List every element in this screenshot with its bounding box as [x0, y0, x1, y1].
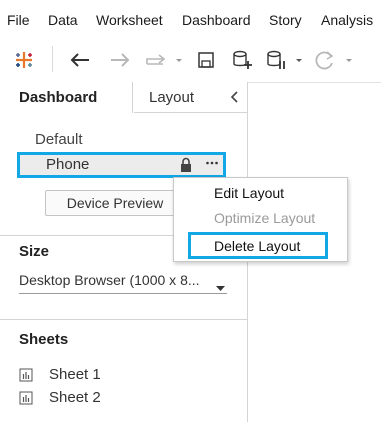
menu-item-delete-layout[interactable]: Delete Layout	[188, 232, 328, 259]
chevron-down-icon	[216, 279, 225, 295]
worksheet-icon	[19, 391, 33, 410]
menu-item-edit-layout-label: Edit Layout	[214, 185, 285, 201]
pause-data-icon[interactable]	[266, 46, 308, 74]
forward-arrow-icon[interactable]	[106, 46, 134, 74]
tab-layout-label: Layout	[149, 88, 195, 106]
menu-file[interactable]: File	[7, 12, 30, 28]
menu-item-optimize-layout-label: Optimize Layout	[214, 210, 316, 226]
save-icon[interactable]	[194, 46, 218, 74]
tab-dashboard[interactable]: Dashboard	[0, 82, 133, 113]
menu-analysis[interactable]: Analysis	[321, 12, 373, 28]
layout-context-menu: Edit Layout Optimize Layout Delete Layou…	[173, 177, 348, 262]
size-dropdown[interactable]: Desktop Browser (1000 x 8...	[19, 272, 227, 294]
worksheet-icon	[19, 368, 33, 387]
lock-icon[interactable]	[180, 157, 192, 178]
sheets-heading: Sheets	[19, 331, 69, 348]
panel-tab-bar: Dashboard Layout	[0, 82, 247, 113]
new-data-source-icon[interactable]	[230, 46, 256, 74]
device-preview-label: Device Preview	[66, 195, 164, 211]
menu-dashboard[interactable]: Dashboard	[182, 12, 251, 28]
layout-phone-row[interactable]: Phone	[17, 152, 226, 178]
menu-data[interactable]: Data	[48, 12, 78, 28]
toolbar-separator	[52, 46, 53, 72]
menu-worksheet[interactable]: Worksheet	[96, 12, 163, 28]
back-arrow-icon[interactable]	[66, 46, 94, 74]
sheet-item[interactable]: Sheet 1	[19, 366, 169, 386]
size-value: Desktop Browser (1000 x 8...	[19, 272, 200, 288]
layout-default[interactable]: Default	[35, 131, 83, 148]
layout-phone-label: Phone	[46, 156, 90, 173]
refresh-icon[interactable]	[314, 46, 358, 74]
menu-item-edit-layout[interactable]: Edit Layout	[174, 181, 349, 205]
redo-icon[interactable]	[142, 46, 184, 74]
sheet-item[interactable]: Sheet 2	[19, 389, 169, 409]
toolbar	[0, 38, 381, 83]
sheet-item-label: Sheet 2	[49, 389, 101, 406]
more-options-icon[interactable]	[205, 156, 219, 175]
menu-story[interactable]: Story	[269, 12, 302, 28]
collapse-panel-icon[interactable]	[229, 90, 239, 109]
tab-dashboard-label: Dashboard	[19, 89, 98, 106]
device-preview-button[interactable]: Device Preview	[45, 190, 185, 216]
menu-item-optimize-layout: Optimize Layout	[174, 206, 349, 230]
menu-item-delete-layout-label: Delete Layout	[214, 238, 301, 254]
sheet-item-label: Sheet 1	[49, 366, 101, 383]
menu-bar: File Data Worksheet Dashboard Story Anal…	[0, 0, 381, 38]
size-heading: Size	[19, 243, 50, 260]
tableau-logo-icon[interactable]	[10, 46, 38, 74]
divider	[0, 319, 247, 320]
